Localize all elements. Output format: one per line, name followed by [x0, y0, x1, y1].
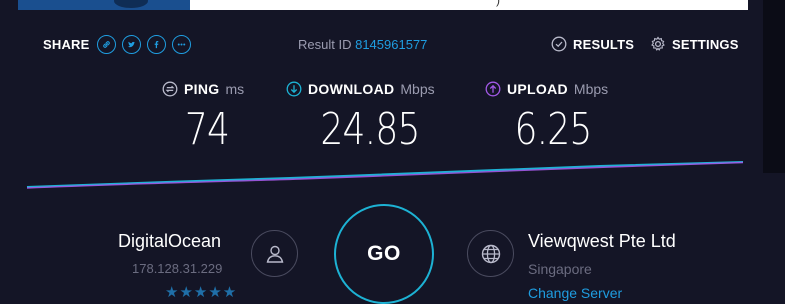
ping-value: 74: [184, 104, 230, 155]
result-id: Result ID 8145961577: [298, 37, 427, 52]
download-icon: [286, 81, 302, 97]
isp-location: Singapore: [528, 261, 592, 277]
user-avatar: [251, 230, 298, 277]
result-id-label: Result ID: [298, 37, 352, 52]
upload-icon: [485, 81, 501, 97]
upload-graph-line: [26, 161, 744, 189]
host-ip: 178.128.31.229: [132, 261, 223, 276]
upload-unit: Mbps: [573, 81, 609, 97]
download-value: 24.85: [320, 104, 420, 155]
ad-banner[interactable]: ): [18, 0, 748, 10]
ping-unit: ms: [225, 81, 245, 97]
download-unit: Mbps: [400, 81, 435, 97]
upload-value: 6.25: [514, 104, 592, 155]
link-icon[interactable]: [96, 34, 116, 54]
ad-text-fragment: ): [496, 0, 500, 7]
globe-icon: [481, 244, 500, 263]
check-circle-icon: [551, 36, 567, 52]
ping-metric: PING ms 74: [162, 80, 252, 155]
share-bar: SHARE: [43, 33, 197, 55]
upload-label: UPLOAD: [507, 81, 568, 97]
ping-label: PING: [184, 81, 220, 97]
gear-icon: [651, 36, 665, 51]
speed-graph: [26, 161, 744, 189]
isp-globe: [467, 230, 514, 277]
ping-icon: [162, 81, 178, 97]
facebook-icon[interactable]: [146, 34, 166, 54]
twitter-icon[interactable]: [121, 34, 141, 54]
results-label: RESULTS: [573, 36, 635, 52]
download-label: DOWNLOAD: [308, 81, 395, 97]
settings-label: SETTINGS: [672, 36, 739, 52]
results-button[interactable]: RESULTS: [551, 36, 634, 52]
more-icon[interactable]: [171, 34, 191, 54]
change-server-link[interactable]: Change Server: [528, 285, 622, 301]
result-id-link[interactable]: 8145961577: [355, 37, 427, 52]
settings-button[interactable]: SETTINGS: [650, 36, 739, 52]
go-label: GO: [367, 242, 401, 265]
person-icon: [266, 245, 283, 263]
host-rating: ★★★★★: [165, 284, 238, 301]
host-name: DigitalOcean: [118, 231, 222, 251]
download-metric: DOWNLOAD Mbps 24.85: [286, 80, 454, 155]
isp-name: Viewqwest Pte Ltd: [528, 231, 676, 251]
side-panel-edge: [763, 0, 785, 173]
go-button[interactable]: GO: [334, 204, 434, 304]
ad-image: [18, 0, 190, 10]
share-label: SHARE: [43, 36, 90, 52]
upload-metric: UPLOAD Mbps 6.25: [485, 80, 621, 155]
